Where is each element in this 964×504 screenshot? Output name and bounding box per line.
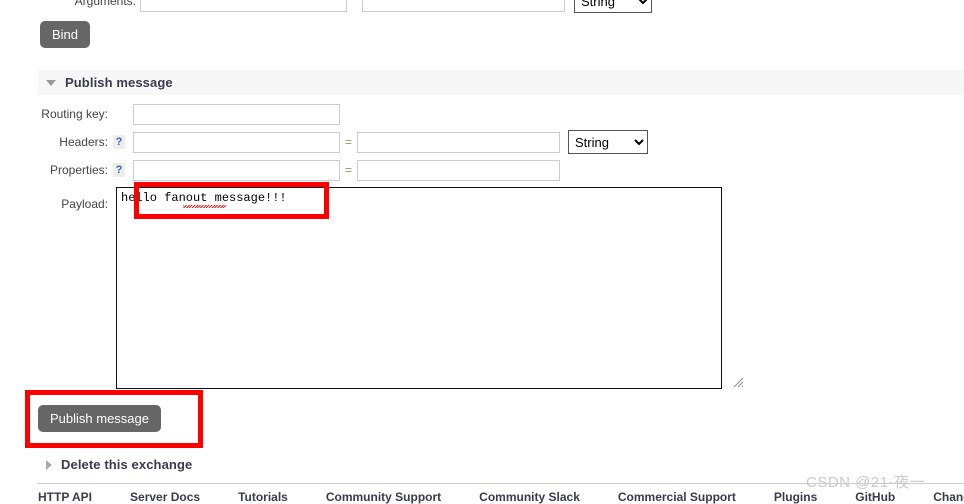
publish-message-section-header[interactable]: Publish message [38,70,964,95]
headers-label: Headers: [59,135,108,149]
properties-label: Properties: [49,163,108,177]
argument-value-input[interactable] [362,0,565,12]
bind-button[interactable]: Bind [40,21,91,48]
footer-divider [38,483,964,484]
routing-key-row: Routing key: [0,103,340,125]
footer-link-server-docs[interactable]: Server Docs [130,490,200,504]
footer-link-plugins[interactable]: Plugins [774,490,817,504]
resize-grip-icon[interactable] [733,377,744,388]
arguments-row: Arguments: String [0,0,700,13]
payload-row: Payload: hello fanout message!!! [0,187,722,389]
footer-link-github[interactable]: GitHub [855,490,895,504]
headers-help-icon[interactable]: ? [113,135,125,149]
property-key-input[interactable] [133,159,340,181]
properties-help-icon[interactable]: ? [113,163,125,177]
argument-key-input[interactable] [140,0,347,12]
chevron-down-icon [46,79,56,86]
routing-key-label: Routing key: [41,107,108,121]
payload-textarea[interactable]: hello fanout message!!! [116,187,722,389]
property-value-input[interactable] [357,159,561,181]
footer-link-community-support[interactable]: Community Support [326,490,441,504]
footer-link-http-api[interactable]: HTTP API [38,490,92,504]
properties-equals-sign: = [345,163,353,177]
footer-link-changelog[interactable]: Changelog [933,490,964,504]
properties-row: Properties: ? = [0,159,561,181]
footer-link-community-slack[interactable]: Community Slack [479,490,580,504]
publish-message-button[interactable]: Publish message [38,405,161,432]
header-value-input[interactable] [357,131,561,153]
argument-type-select[interactable]: String [574,0,652,13]
chevron-right-icon [46,459,52,470]
footer-link-commercial-support[interactable]: Commercial Support [618,490,736,504]
footer-link-tutorials[interactable]: Tutorials [238,490,288,504]
csdn-watermark: CSDN @21-夜一 [806,474,926,491]
footer-links: HTTP API Server Docs Tutorials Community… [38,490,964,504]
exchange-detail-page: Arguments: String Bind Publish message R… [0,0,964,504]
headers-equals-sign: = [345,135,353,149]
delete-exchange-section-title: Delete this exchange [61,457,193,472]
payload-label: Payload: [61,197,108,211]
publish-message-section-title: Publish message [65,75,173,90]
headers-row: Headers: ? = String [0,130,649,154]
headers-type-select[interactable]: String [568,130,649,154]
header-key-input[interactable] [133,131,340,153]
arguments-label: Arguments: [74,0,136,8]
routing-key-input[interactable] [133,103,340,125]
